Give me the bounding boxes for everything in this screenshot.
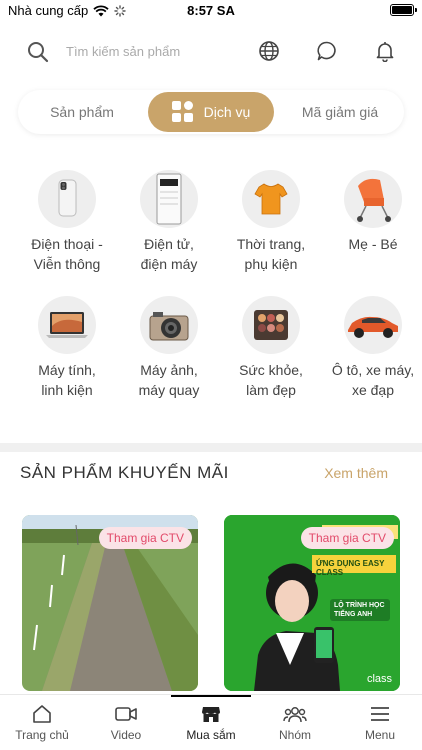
home-icon bbox=[33, 705, 51, 723]
product-card[interactable]: Tham gia CTV bbox=[22, 515, 198, 691]
category-computer[interactable]: Máy tính, linh kiện bbox=[14, 296, 120, 400]
palette-icon bbox=[242, 296, 300, 354]
nav-shopping[interactable]: Mua sắm bbox=[169, 695, 253, 750]
product-card[interactable]: ỨNG DỤNG EASY CLASS LỘ TRÌNH HỌC TIẾNG A… bbox=[224, 515, 400, 691]
search-input[interactable]: Tìm kiếm sản phẩm bbox=[66, 44, 180, 59]
nav-video[interactable]: Video bbox=[84, 695, 168, 750]
category-label: Sức khỏe, làm đẹp bbox=[239, 362, 303, 398]
category-fashion[interactable]: Thời trang, phụ kiện bbox=[218, 170, 324, 274]
collaborator-badge: Tham gia CTV bbox=[98, 527, 192, 549]
status-left: Nhà cung cấp bbox=[8, 3, 126, 18]
category-electronics[interactable]: Điện tử, điện máy bbox=[116, 170, 222, 274]
tab-products-label: Sản phẩm bbox=[50, 104, 114, 120]
category-label: Điện thoại - Viễn thông bbox=[31, 236, 103, 272]
promo-subtitle: LỘ TRÌNH HỌC TIẾNG ANH bbox=[330, 599, 390, 621]
class-logo: class bbox=[366, 673, 392, 685]
car-icon bbox=[344, 296, 402, 354]
battery-icon bbox=[390, 4, 417, 16]
nav-menu-label: Menu bbox=[364, 728, 396, 742]
nav-video-label: Video bbox=[110, 728, 142, 742]
category-tabs: Sản phẩm Dịch vụ Mã giảm giá bbox=[18, 90, 404, 134]
promo-banner: ỨNG DỤNG EASY CLASS bbox=[316, 559, 385, 577]
nav-group[interactable]: Nhóm bbox=[253, 695, 337, 750]
header: Tìm kiếm sản phẩm bbox=[0, 32, 422, 72]
nav-home-label: Trang chủ bbox=[15, 728, 69, 742]
chat-icon[interactable] bbox=[316, 40, 338, 62]
group-icon bbox=[283, 707, 307, 723]
category-label: Máy ảnh, máy quay bbox=[138, 362, 200, 398]
loading-icon bbox=[114, 4, 126, 17]
see-more-link[interactable]: Xem thêm bbox=[324, 465, 388, 481]
category-phone[interactable]: Điện thoại - Viễn thông bbox=[14, 170, 120, 274]
category-health-beauty[interactable]: Sức khỏe, làm đẹp bbox=[218, 296, 324, 400]
collaborator-badge: Tham gia CTV bbox=[300, 527, 394, 549]
bottom-nav: Trang chủ Video Mua sắm Nhóm Menu bbox=[0, 694, 422, 750]
tab-services[interactable]: Dịch vụ bbox=[148, 92, 274, 132]
stroller-icon bbox=[344, 170, 402, 228]
nav-group-label: Nhóm bbox=[278, 728, 311, 742]
tab-services-label: Dịch vụ bbox=[203, 104, 251, 120]
category-label: Ô tô, xe máy, xe đạp bbox=[331, 362, 415, 398]
grid-icon bbox=[171, 101, 194, 123]
tab-products[interactable]: Sản phẩm bbox=[18, 90, 146, 134]
video-icon bbox=[115, 707, 137, 721]
section-title: SẢN PHẨM KHUYẾN MÃI bbox=[20, 463, 229, 482]
globe-icon[interactable] bbox=[258, 40, 280, 62]
appliance-icon bbox=[140, 170, 198, 228]
bell-icon[interactable] bbox=[374, 40, 396, 62]
wifi-icon bbox=[93, 4, 109, 16]
category-label: Máy tính, linh kiện bbox=[38, 362, 96, 398]
nav-menu[interactable]: Menu bbox=[338, 695, 422, 750]
carrier-label: Nhà cung cấp bbox=[8, 3, 89, 18]
tshirt-icon bbox=[242, 170, 300, 228]
search-icon[interactable] bbox=[26, 40, 50, 64]
tab-coupons[interactable]: Mã giảm giá bbox=[276, 90, 404, 134]
laptop-icon bbox=[38, 296, 96, 354]
category-label: Mẹ - Bé bbox=[348, 236, 398, 252]
category-camera[interactable]: Máy ảnh, máy quay bbox=[116, 296, 222, 400]
phone-icon bbox=[38, 170, 96, 228]
store-icon bbox=[202, 707, 220, 722]
camera-icon bbox=[140, 296, 198, 354]
menu-icon bbox=[371, 707, 389, 721]
tab-coupons-label: Mã giảm giá bbox=[301, 104, 379, 120]
category-vehicles[interactable]: Ô tô, xe máy, xe đạp bbox=[320, 296, 422, 400]
nav-home[interactable]: Trang chủ bbox=[0, 695, 84, 750]
category-label: Điện tử, điện máy bbox=[140, 236, 198, 272]
status-bar: Nhà cung cấp 8:57 SA bbox=[0, 0, 422, 22]
category-label: Thời trang, phụ kiện bbox=[236, 236, 306, 272]
nav-shopping-label: Mua sắm bbox=[186, 728, 236, 742]
category-mom-baby[interactable]: Mẹ - Bé bbox=[320, 170, 422, 254]
section-divider bbox=[0, 443, 422, 452]
